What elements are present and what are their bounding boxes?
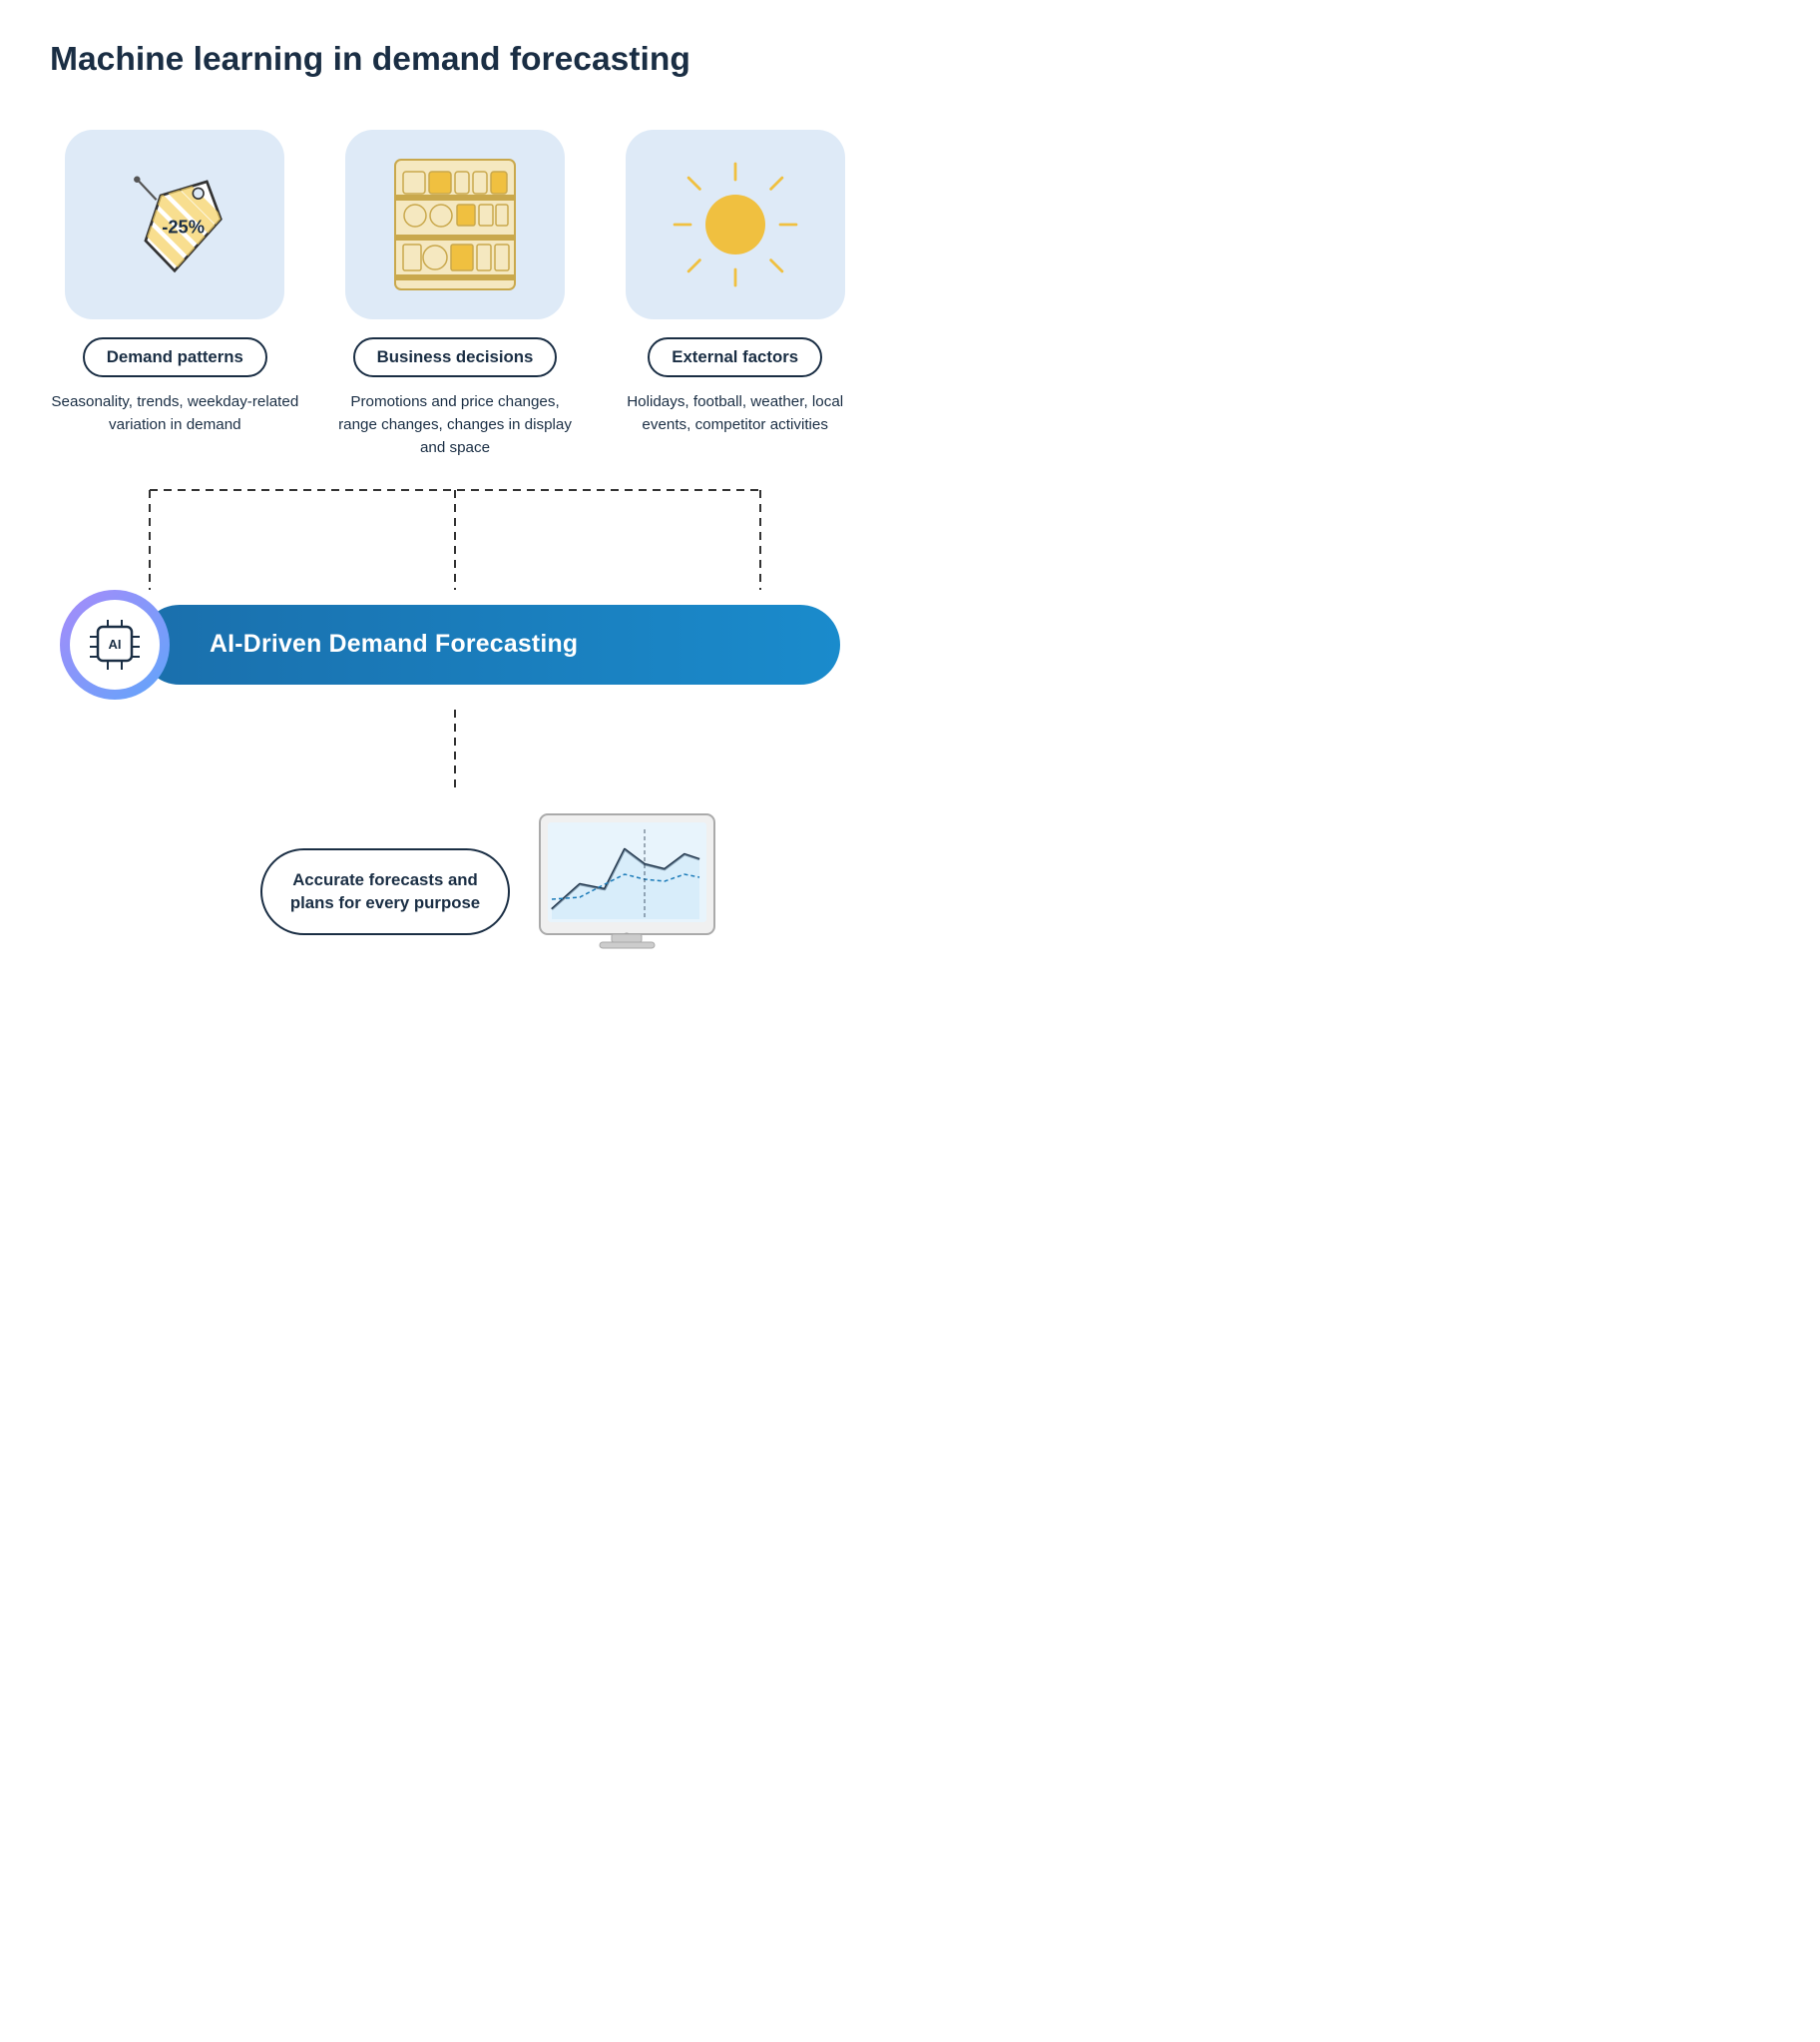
connector-section [50, 470, 860, 590]
three-column-section: -25% Demand patterns Seasonality, trends… [50, 130, 860, 459]
ai-circle-inner: AI [70, 600, 160, 690]
column-demand-patterns: -25% Demand patterns Seasonality, trends… [50, 130, 300, 459]
bottom-connector-svg [450, 710, 460, 789]
ai-banner-text: AI-Driven Demand Forecasting [210, 631, 578, 659]
monitor-icon [530, 809, 729, 974]
shelf-icon [375, 145, 535, 304]
output-badge-line2: plans for every purpose [290, 893, 480, 912]
external-factors-badge: External factors [648, 337, 822, 377]
external-factors-desc: Holidays, football, weather, local event… [610, 391, 860, 437]
demand-patterns-desc: Seasonality, trends, weekday-related var… [50, 391, 300, 437]
ai-circuit-icon: AI [80, 615, 150, 675]
ai-banner: AI-Driven Demand Forecasting [140, 605, 840, 685]
output-badge: Accurate forecasts and plans for every p… [260, 848, 510, 935]
business-decisions-icon-box [345, 130, 565, 319]
column-external-factors: External factors Holidays, football, wea… [610, 130, 860, 459]
demand-patterns-icon-box: -25% [65, 130, 284, 319]
output-badge-line1: Accurate forecasts and [292, 870, 478, 889]
connector-svg [50, 470, 860, 590]
bottom-connector [50, 710, 860, 789]
price-tag-icon: -25% [105, 155, 244, 294]
business-decisions-desc: Promotions and price changes, range chan… [330, 391, 581, 459]
page-title: Machine learning in demand forecasting [50, 40, 860, 80]
ai-banner-section: AI AI-Driven Demand Forecasting [50, 590, 860, 700]
output-section: Accurate forecasts and plans for every p… [50, 809, 860, 974]
svg-text:-25%: -25% [163, 217, 206, 238]
demand-patterns-badge: Demand patterns [83, 337, 267, 377]
ai-circle: AI [60, 590, 170, 700]
svg-text:AI: AI [109, 637, 122, 652]
external-factors-icon-box [626, 130, 845, 319]
business-decisions-badge: Business decisions [353, 337, 558, 377]
sun-icon [661, 150, 810, 299]
column-business-decisions: Business decisions Promotions and price … [330, 130, 581, 459]
monitor-svg [530, 809, 729, 969]
